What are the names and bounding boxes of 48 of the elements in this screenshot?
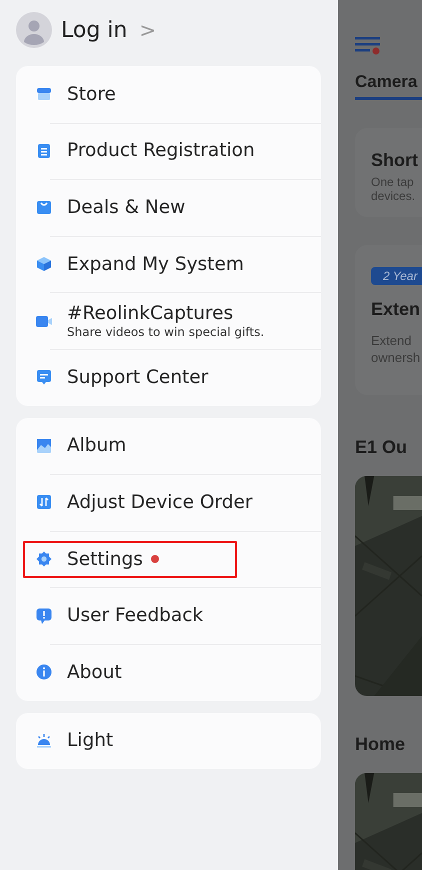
menu-label: User Feedback <box>67 605 204 626</box>
message-icon <box>36 608 52 624</box>
chevron-icon: > <box>139 18 156 42</box>
settings-icon <box>36 551 52 568</box>
menu-item[interactable]: Product Registration <box>16 122 321 180</box>
chat-icon <box>36 369 52 386</box>
avatar[interactable] <box>16 12 52 48</box>
menu-label: Light <box>67 730 114 752</box>
menu-label: Deals & New <box>67 196 186 218</box>
menu-item[interactable]: User Feedback <box>16 587 321 644</box>
card-title: Short <box>371 150 419 171</box>
card-title: Exten <box>371 299 422 320</box>
menu-item[interactable]: #ReolinkCaptures Share videos to win special gifts. <box>16 292 321 349</box>
menu-item[interactable]: About <box>16 644 321 701</box>
menu-label: Product Registration <box>67 140 255 162</box>
menu-item[interactable]: Light <box>16 712 321 770</box>
card-text: One tap <box>371 175 415 189</box>
menu-item[interactable]: Support Center <box>16 348 321 406</box>
bag-icon <box>36 199 52 216</box>
card-title: E1 Ou <box>355 437 408 458</box>
cube-icon <box>36 256 52 272</box>
image-icon <box>36 438 52 454</box>
menu-item[interactable]: Deals & New <box>16 179 321 236</box>
shop-icon <box>36 86 52 102</box>
arrows-icon <box>36 494 52 510</box>
menu-label: About <box>67 662 122 683</box>
clipboard-icon <box>36 142 52 159</box>
menu-label: #ReolinkCaptures <box>67 302 234 324</box>
tag: 2 Year <box>371 267 422 285</box>
card-text: Extend <box>371 332 412 349</box>
menu-label: Expand My System <box>67 254 244 275</box>
menu-label: Album <box>67 435 126 456</box>
card-text: devices. <box>371 189 416 203</box>
menu-item[interactable]: Store <box>16 66 321 123</box>
menu-item[interactable]: Expand My System <box>16 236 321 292</box>
info-icon <box>36 664 52 680</box>
menu-label: Support Center <box>67 366 208 388</box>
menu-label: Adjust Device Order <box>67 492 252 513</box>
login-button[interactable]: Log in > <box>61 18 156 42</box>
card-title: Home <box>355 734 406 755</box>
menu-label: Settings <box>67 548 143 570</box>
menu-label: Store <box>67 84 116 105</box>
menu-item[interactable]: Adjust Device Order <box>16 474 321 531</box>
menu-subtitle: Share videos to win special gifts. <box>67 324 264 339</box>
menu-item[interactable]: Album <box>16 418 321 474</box>
card-text: ownersh <box>371 349 422 366</box>
lamp-icon <box>36 732 52 749</box>
menu-item[interactable]: Settings <box>16 530 321 588</box>
